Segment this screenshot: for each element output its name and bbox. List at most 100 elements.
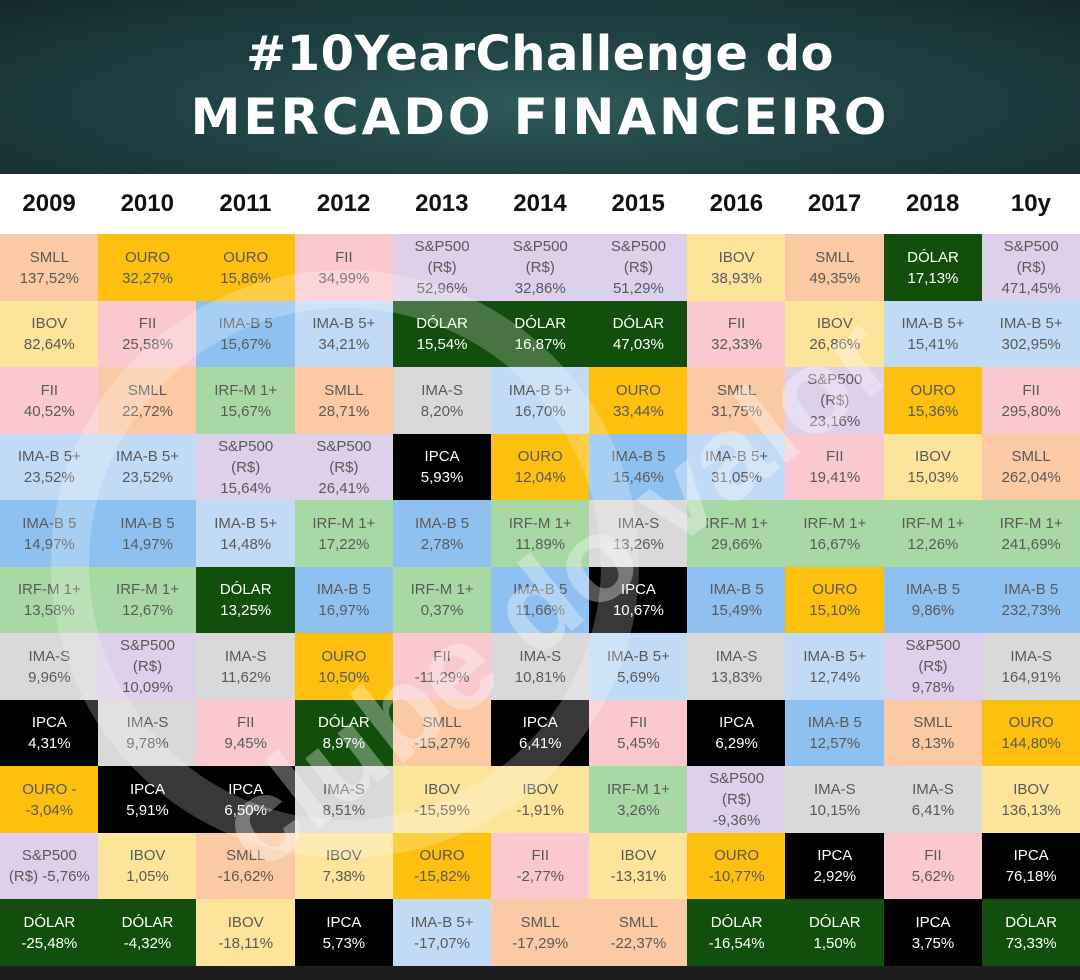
cell-label: IMA-B 5+: [901, 315, 965, 333]
table-cell: IBOV -15,59%: [392, 766, 492, 834]
cell-value: 13,25%: [220, 602, 272, 620]
cell-value: 15,41%: [907, 336, 959, 354]
cell-value: 9,78%: [126, 735, 169, 753]
cell-label: FII: [138, 315, 157, 333]
cell-label: IMA-B 5+: [17, 448, 81, 466]
cell-value: 164,91%: [1001, 668, 1061, 686]
cell-label: (R$): [623, 259, 653, 277]
table-cell: SMLL 22,72%: [98, 367, 197, 435]
cell-value: 6,41%: [518, 735, 562, 753]
cell-value: 14,48%: [220, 535, 272, 553]
cell-value: 262,04%: [1001, 469, 1061, 487]
table-cell: IRF-M 1+ 15,67%: [196, 367, 296, 435]
cell-label: S&P500: [414, 238, 470, 256]
cell-label: S&P500: [316, 437, 372, 455]
cell-value: -15,27%: [414, 735, 470, 753]
cell-label: FII: [335, 248, 353, 266]
cell-value: 8,20%: [420, 402, 464, 420]
cell-value: 15,46%: [612, 469, 664, 487]
cell-value: -9,36%: [712, 812, 761, 830]
cell-label: IBOV: [325, 847, 362, 865]
table-cell: SMLL 8,13%: [883, 699, 983, 767]
table-cell: OURO 32,27%: [98, 234, 197, 302]
table-cell: IMA-B 5 232,73%: [981, 566, 1080, 634]
cell-label: SMLL: [29, 248, 69, 266]
cell-value: 15,64%: [220, 479, 272, 497]
table-cell: IMA-B 5 15,46%: [589, 433, 688, 501]
cell-value: 9,45%: [224, 735, 267, 753]
cell-value: 5,69%: [617, 668, 660, 686]
table-cell: S&P500 (R$) 15,64%: [196, 433, 296, 501]
cell-label: IPCA: [719, 714, 755, 732]
table-cell: IMA-B 5 11,66%: [490, 566, 590, 634]
cell-value: 19,41%: [809, 469, 861, 487]
cell-value: 25,58%: [122, 336, 173, 354]
year-header: 2012: [316, 190, 371, 217]
bottom-bar: [0, 966, 1080, 980]
cell-value: 10,67%: [612, 602, 664, 620]
cell-label: IPCA: [915, 913, 951, 931]
cell-label: DÓLAR: [23, 913, 76, 931]
cell-label: IPCA: [620, 581, 656, 599]
table-cell: SMLL 137,52%: [0, 234, 99, 302]
table-cell: DÓLAR 1,50%: [785, 899, 885, 967]
cell-label: IPCA: [1013, 847, 1049, 865]
cell-label: IPCA: [31, 714, 67, 732]
cell-value: 12,26%: [907, 535, 959, 553]
cell-value: 6,50%: [224, 801, 267, 819]
table-cell: IPCA 6,29%: [687, 699, 786, 767]
cell-label: IRF-M 1+: [17, 581, 81, 599]
table-cell: S&P500 (R$) 9,78%: [883, 633, 983, 701]
cell-value: 23,52%: [122, 469, 173, 487]
cell-label: IMA-S: [519, 647, 562, 665]
table-cell: IPCA 3,75%: [883, 899, 983, 967]
cell-label: OURO: [910, 381, 956, 399]
cell-value: 295,80%: [1001, 402, 1061, 420]
cell-label: FII: [629, 714, 648, 732]
cell-value: 137,52%: [19, 269, 79, 287]
cell-value: 8,13%: [911, 735, 955, 753]
cell-value: -15,59%: [414, 801, 470, 819]
cell-label: S&P500: [21, 847, 77, 865]
cell-label: SMLL: [717, 381, 757, 399]
cell-label: IRF-M 1+: [999, 514, 1063, 532]
cell-value: 16,67%: [809, 535, 861, 553]
cell-label: DÓLAR: [907, 248, 959, 266]
table-cell: FII 34,99%: [294, 234, 394, 302]
year-header: 2016: [709, 190, 764, 217]
cell-label: (R$): [231, 458, 261, 476]
table-cell: OURO 12,04%: [490, 433, 590, 501]
table-cell: IBOV 15,03%: [883, 433, 983, 501]
cell-label: IRF-M 1+: [410, 581, 474, 599]
cell-value: -25,48%: [21, 934, 78, 952]
cell-label: (R$): [1016, 259, 1046, 277]
table-cell: IPCA 6,41%: [490, 699, 590, 767]
cell-label: IMA-B 5: [807, 714, 862, 732]
cell-value: 13,58%: [23, 602, 75, 620]
year-header-row: 2009 2010 2011 2012 2013 2014 2015 2016 2017 2018…: [0, 174, 1080, 234]
cell-value: -17,07%: [414, 934, 470, 952]
cell-value: 1,05%: [126, 868, 169, 886]
table-cell: IMA-B 5 12,57%: [785, 699, 885, 767]
table-cell: OURO 144,80%: [981, 699, 1080, 767]
table-cell: SMLL -16,62%: [196, 832, 296, 900]
cell-label: OURO: [517, 448, 563, 466]
cell-label: IPCA: [522, 714, 558, 732]
cell-value: 9,86%: [911, 602, 955, 620]
cell-value: -1,91%: [516, 801, 564, 819]
cell-value: -13,31%: [610, 868, 667, 886]
cell-value: -22,37%: [610, 934, 667, 952]
table-cell: FII 295,80%: [981, 367, 1080, 435]
cell-label: OURO: [714, 847, 760, 865]
cell-label: OURO: [321, 647, 367, 665]
cell-label: IMA-S: [912, 780, 954, 798]
table-cell: OURO -10,77%: [687, 832, 786, 900]
returns-table: SMLL 137,52% OURO 32,27% OURO 15,86% FII 34,99%…: [0, 234, 1080, 967]
cell-value: 0,37%: [420, 602, 464, 620]
cell-label: SMLL: [422, 714, 462, 732]
cell-label: FII: [433, 647, 451, 665]
table-cell: IMA-B 5 2,78%: [392, 500, 492, 568]
cell-label: SMLL: [618, 913, 658, 931]
cell-label: FII: [1022, 381, 1040, 399]
cell-value: 34,21%: [318, 336, 370, 354]
